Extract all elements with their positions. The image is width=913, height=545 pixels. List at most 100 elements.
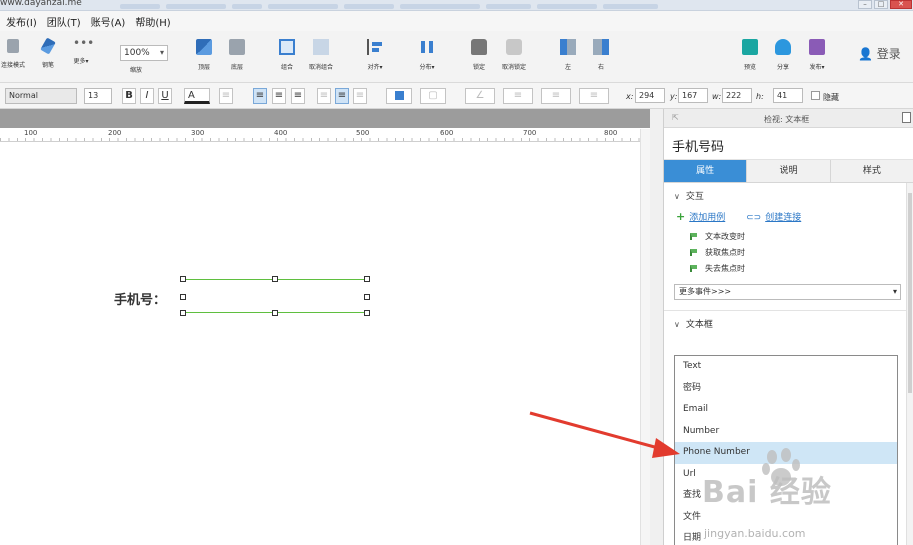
share-button[interactable]: 分享 xyxy=(766,39,800,71)
minimize-button[interactable]: – xyxy=(858,0,872,9)
align-button[interactable]: 对齐▾ xyxy=(358,39,392,71)
y-input[interactable]: 167 xyxy=(678,88,708,103)
unlock-icon xyxy=(506,39,522,55)
event-item[interactable]: 文本改变时 xyxy=(690,231,913,242)
menu-account[interactable]: 账号(A) xyxy=(91,14,126,29)
fill-color-button[interactable] xyxy=(386,88,412,104)
interaction-section-header[interactable]: ∨ 交互 xyxy=(664,183,913,202)
canvas-top-bar xyxy=(0,109,650,128)
publish-button[interactable]: 发布▾ xyxy=(800,39,834,71)
valign-bottom-button[interactable]: ≡ xyxy=(353,88,367,104)
event-item[interactable]: 获取焦点时 xyxy=(690,247,913,258)
align-right-button[interactable]: ≡ xyxy=(291,88,305,104)
tab-notes[interactable]: 说明 xyxy=(747,160,831,182)
distribute-button[interactable]: 分布▾ xyxy=(410,39,444,71)
ruler-tick: 100 xyxy=(24,129,38,137)
pen-icon xyxy=(40,37,56,55)
menu-help[interactable]: 帮助(H) xyxy=(135,14,170,29)
resize-handle[interactable] xyxy=(272,276,278,282)
option-number[interactable]: Number xyxy=(675,421,897,443)
pen-button[interactable]: 钢笔 xyxy=(31,37,65,69)
scroll-thumb[interactable] xyxy=(908,193,912,393)
shadow-button[interactable]: ▢ xyxy=(420,88,446,104)
login-label: 登录 xyxy=(876,47,901,61)
canvas-scrollbar[interactable] xyxy=(640,129,650,545)
unlock-button[interactable]: 取消锁定 xyxy=(497,39,531,71)
style-select[interactable]: Normal xyxy=(5,88,77,104)
resize-handle[interactable] xyxy=(364,310,370,316)
event-item[interactable]: 失去焦点时 xyxy=(690,263,913,274)
arrow-style-button[interactable]: ≡ xyxy=(579,88,609,104)
menu-bar: 发布(I) 团队(T) 账号(A) 帮助(H) xyxy=(0,11,913,31)
right-button[interactable]: 右 xyxy=(584,39,618,71)
resize-handle[interactable] xyxy=(364,294,370,300)
pin-icon[interactable]: ⇱ xyxy=(672,113,679,122)
login-button[interactable]: 👤 登录 xyxy=(858,45,901,62)
menu-team[interactable]: 团队(T) xyxy=(47,14,81,29)
font-color-button[interactable]: A xyxy=(184,88,210,104)
design-canvas[interactable]: 100 200 300 400 500 600 700 800 手机号： xyxy=(0,109,650,545)
window-url: www.dayanzai.me xyxy=(0,0,82,8)
resize-handle[interactable] xyxy=(180,276,186,282)
font-size-select[interactable]: 13 xyxy=(84,88,112,104)
add-icon: + xyxy=(676,210,686,223)
bold-button[interactable]: B xyxy=(122,88,136,104)
option-email[interactable]: Email xyxy=(675,399,897,421)
zoom-select[interactable]: 100% xyxy=(120,45,168,61)
event-flag-icon xyxy=(690,249,697,256)
user-icon: 👤 xyxy=(858,47,873,61)
connector-button[interactable]: 连接模式 xyxy=(0,39,30,69)
align-center-button[interactable]: ≡ xyxy=(272,88,286,104)
valign-bottom-icon: ≡ xyxy=(355,90,365,101)
resize-handle[interactable] xyxy=(180,310,186,316)
format-toolbar: Normal 13 B I U A ≡ ≡ ≡ ≡ ≡ ≡ ≡ ▢ ∠ ≡ ≡ … xyxy=(0,83,913,109)
document-icon[interactable] xyxy=(902,112,911,123)
tab-style[interactable]: 样式 xyxy=(830,160,913,182)
x-label: x: xyxy=(626,92,634,101)
line-style-button[interactable]: ≡ xyxy=(541,88,571,104)
lock-button[interactable]: 锁定 xyxy=(462,39,496,71)
create-link-link[interactable]: 创建连接 xyxy=(765,213,801,223)
textbox-section-header[interactable]: ∨ 文本框 xyxy=(664,311,913,330)
preview-button[interactable]: 预览 xyxy=(733,39,767,71)
option-password[interactable]: 密码 xyxy=(675,378,897,400)
align-left-button[interactable]: ≡ xyxy=(253,88,267,104)
resize-handle[interactable] xyxy=(272,310,278,316)
send-back-icon xyxy=(229,39,245,55)
line-color-button[interactable]: ∠ xyxy=(465,88,495,104)
resize-handle[interactable] xyxy=(364,276,370,282)
connector-icon xyxy=(7,39,19,53)
chevron-down-icon: ∨ xyxy=(674,192,680,201)
more-button[interactable]: ••• 更多▾ xyxy=(64,37,98,65)
inspector-tabs: 属性 说明 样式 xyxy=(664,160,913,183)
w-input[interactable]: 222 xyxy=(722,88,752,103)
option-text[interactable]: Text xyxy=(675,356,897,378)
h-label: h: xyxy=(756,92,764,101)
left-button[interactable]: 左 xyxy=(551,39,585,71)
group-button[interactable]: 组合 xyxy=(270,39,304,71)
resize-handle[interactable] xyxy=(180,294,186,300)
h-input[interactable]: 41 xyxy=(773,88,803,103)
bring-front-button[interactable]: 顶层 xyxy=(187,39,221,71)
close-button[interactable]: ✕ xyxy=(890,0,912,9)
valign-middle-button[interactable]: ≡ xyxy=(335,88,349,104)
valign-top-button[interactable]: ≡ xyxy=(317,88,331,104)
shadow-icon: ▢ xyxy=(428,90,438,101)
widget-name[interactable]: 手机号码 xyxy=(664,128,913,160)
ungroup-button[interactable]: 取消组合 xyxy=(304,39,338,71)
tab-properties[interactable]: 属性 xyxy=(664,160,748,182)
line-width-button[interactable]: ≡ xyxy=(503,88,533,104)
menu-publish[interactable]: 发布(I) xyxy=(6,14,37,29)
maximize-button[interactable]: □ xyxy=(874,0,888,9)
y-label: y: xyxy=(670,92,678,101)
phone-textbox-widget[interactable] xyxy=(183,279,367,313)
italic-button[interactable]: I xyxy=(140,88,154,104)
send-back-button[interactable]: 底层 xyxy=(220,39,254,71)
add-case-link[interactable]: 添加用例 xyxy=(689,213,725,223)
x-input[interactable]: 294 xyxy=(635,88,665,103)
bullet-button[interactable]: ≡ xyxy=(219,88,233,104)
baidu-watermark: Bai 经验 jingyan.baidu.com xyxy=(700,445,910,545)
more-events-select[interactable]: 更多事件>>> xyxy=(674,284,901,300)
underline-button[interactable]: U xyxy=(158,88,172,104)
hidden-checkbox[interactable] xyxy=(811,91,820,100)
